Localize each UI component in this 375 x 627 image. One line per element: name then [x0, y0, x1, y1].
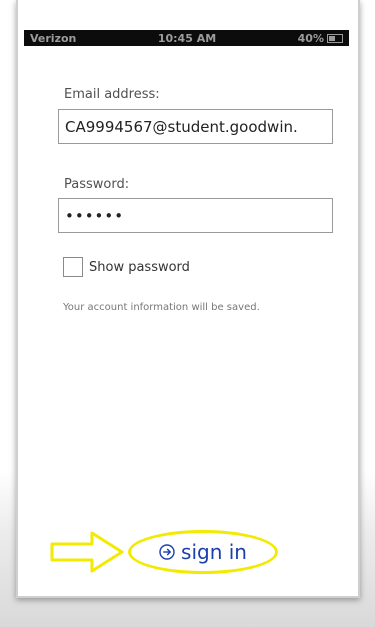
show-password-checkbox[interactable]	[63, 257, 83, 277]
show-password-option[interactable]: Show password	[63, 257, 190, 277]
sign-in-label[interactable]: sign in	[181, 540, 247, 564]
battery-icon	[326, 33, 343, 43]
battery-percent: 40%	[297, 31, 324, 45]
arrow-circle-icon	[159, 544, 175, 560]
sign-in-button[interactable]: sign in	[128, 530, 278, 574]
account-info-note: Your account information will be saved.	[63, 302, 260, 313]
password-label: Password:	[64, 177, 130, 192]
clock: 10:45 AM	[157, 31, 217, 45]
email-field[interactable]: CA9994567@student.goodwin.	[58, 109, 333, 144]
password-field[interactable]: ••••••	[58, 198, 333, 233]
pointer-arrow-icon	[50, 531, 124, 573]
screen: Verizon 10:45 AM 40% Email address: CA99…	[0, 0, 375, 627]
battery-indicator: 40%	[298, 32, 343, 45]
status-bar: Verizon 10:45 AM 40%	[24, 30, 349, 46]
email-label: Email address:	[64, 87, 160, 102]
show-password-label[interactable]: Show password	[89, 260, 190, 275]
carrier-label: Verizon	[30, 31, 77, 45]
